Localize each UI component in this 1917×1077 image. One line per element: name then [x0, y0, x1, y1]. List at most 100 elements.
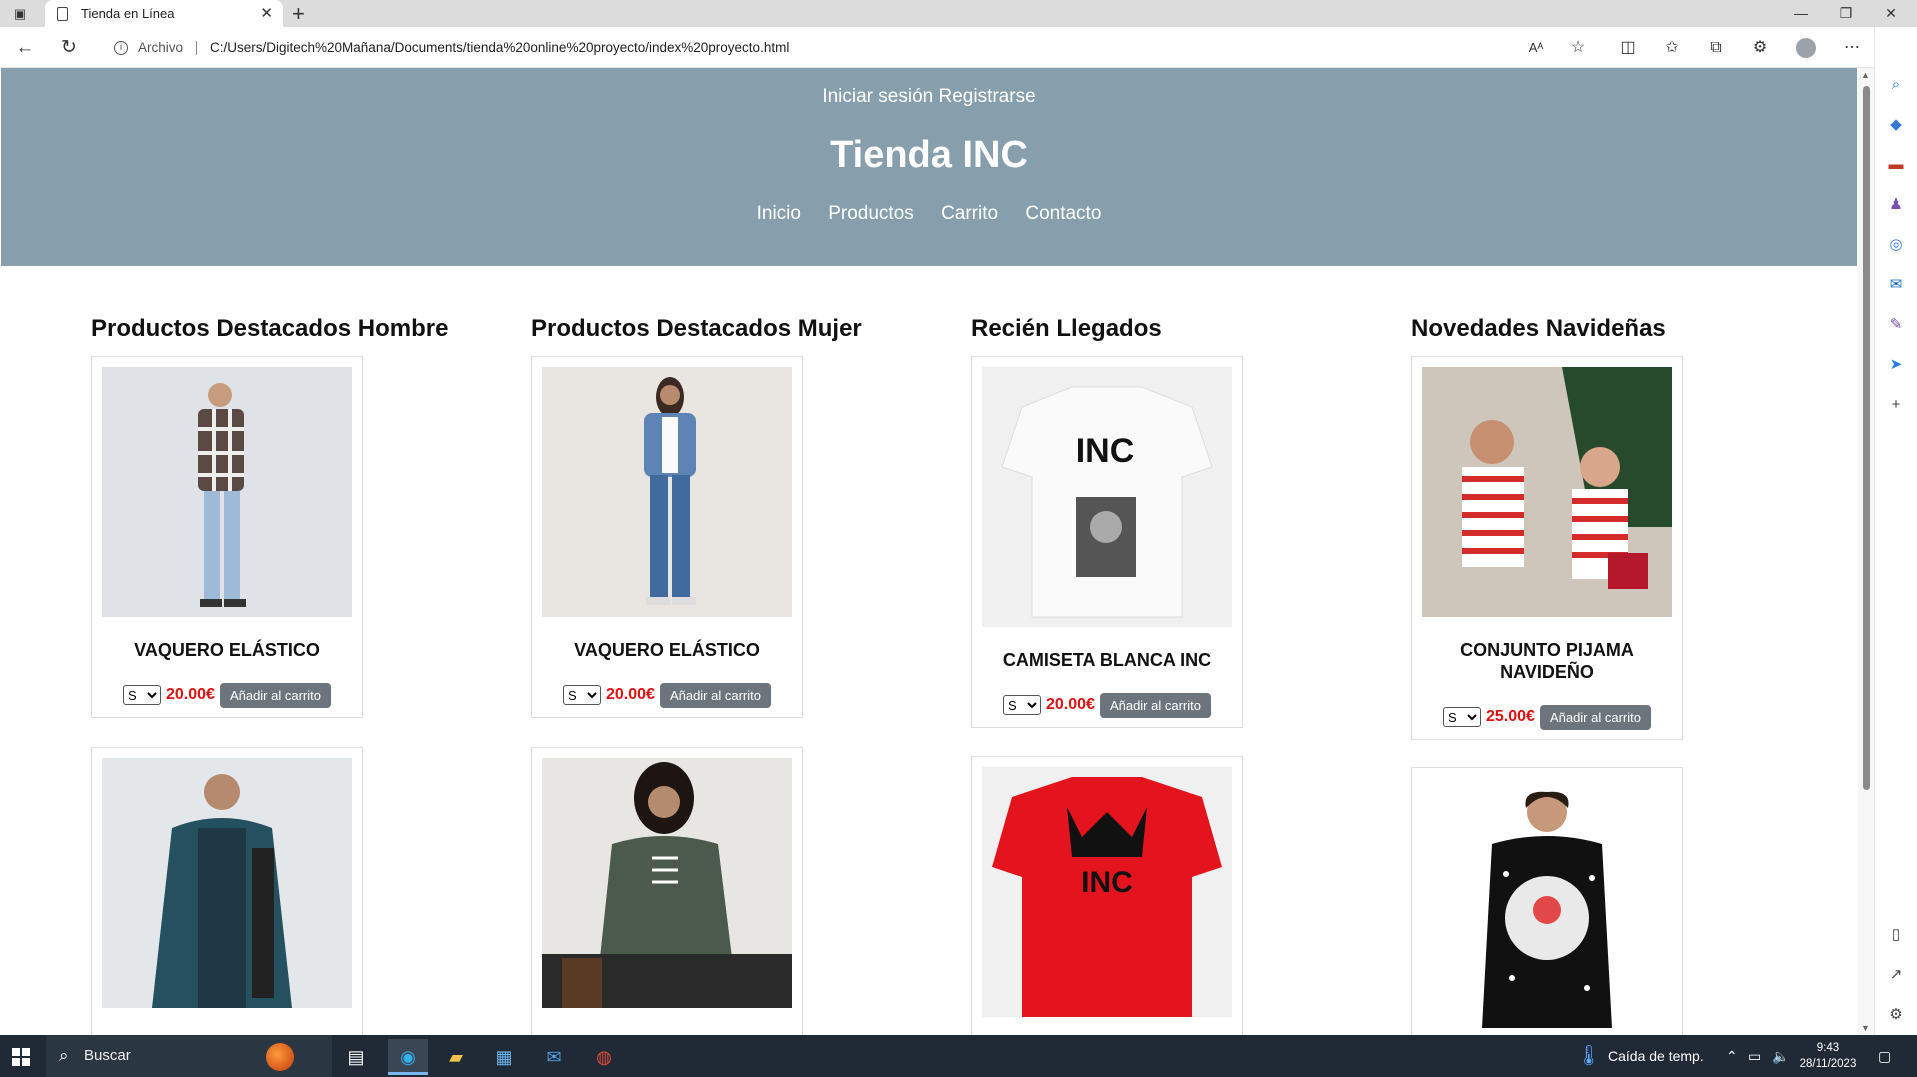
new-tab-button[interactable]: + [292, 0, 305, 27]
favorites-icon[interactable]: ✩ [1660, 36, 1684, 60]
main-nav: Inicio Productos Carrito Contacto [1, 203, 1857, 225]
taskbar-clock[interactable]: 9:43 28/11/2023 [1790, 1040, 1866, 1072]
product-name: VAQUERO ELÁSTICO [134, 640, 320, 660]
outlook-icon[interactable]: ✉ [1886, 275, 1906, 295]
thermometer-icon[interactable]: 🌡 [1576, 1035, 1601, 1077]
product-card: INC [971, 756, 1243, 1035]
page-scrollbar[interactable]: ▲ ▼ [1858, 68, 1874, 1035]
url-text: C:/Users/Digitech%20Mañana/Documents/tie… [210, 40, 790, 55]
store-icon[interactable]: ▦ [484, 1039, 524, 1075]
tab-actions-icon[interactable]: ▣ [10, 4, 30, 24]
section-title: Productos Destacados Hombre [91, 315, 449, 342]
product-image[interactable] [542, 367, 792, 617]
nav-inicio[interactable]: Inicio [757, 203, 801, 224]
product-name: CONJUNTO PIJAMA NAVIDEÑO [1460, 640, 1634, 682]
nav-carrito[interactable]: Carrito [941, 203, 998, 224]
clock-time: 9:43 [1816, 1042, 1840, 1054]
add-to-cart-button[interactable]: Añadir al carrito [659, 682, 771, 708]
nav-contacto[interactable]: Contacto [1025, 203, 1101, 224]
buy-row: S 25.00€ Añadir al carrito [1422, 704, 1672, 730]
settings-gear-icon[interactable]: ⚙ [1886, 1005, 1906, 1025]
read-aloud-icon[interactable]: Aᴬ [1524, 36, 1548, 60]
search-icon: ⌕ [59, 1046, 69, 1065]
tshirt-print-text: INC [1076, 432, 1135, 470]
product-card: INC CAMISETA BLANCA INC S 20.00€ Añadir … [971, 356, 1243, 728]
tray-chevron-icon[interactable]: ⌃ [1726, 1035, 1738, 1077]
product-card [1411, 767, 1683, 1035]
add-to-cart-button[interactable]: Añadir al carrito [1099, 692, 1211, 718]
scrollbar-thumb[interactable] [1863, 86, 1870, 790]
mail-icon[interactable]: ✉ [534, 1039, 574, 1075]
product-image[interactable]: INC [982, 767, 1232, 1017]
send-icon[interactable]: ➤ [1886, 355, 1906, 375]
edge-sidebar: ⌕ ◆ ▬ ♟ ◎ ✉ ✎ ➤ + ▯ ↗ ⚙ [1874, 27, 1917, 1035]
site-title: Tienda INC [830, 134, 1028, 176]
nav-productos[interactable]: Productos [828, 203, 914, 224]
edge-app-icon[interactable]: ◉ [388, 1039, 428, 1075]
add-icon[interactable]: + [1886, 395, 1906, 415]
browser-tab[interactable]: Tienda en Línea ✕ [45, 0, 283, 27]
search-icon[interactable]: ⌕ [1886, 75, 1906, 95]
notifications-icon[interactable]: ▢ [1878, 1035, 1891, 1077]
size-select[interactable]: S [563, 685, 601, 705]
file-explorer-icon[interactable]: ▰ [436, 1039, 476, 1075]
scroll-up-icon[interactable]: ▲ [1861, 70, 1870, 80]
product-image[interactable]: INC [982, 367, 1232, 627]
profile-avatar[interactable] [1794, 36, 1818, 60]
windows-taskbar: ⌕ Buscar ▤ ◉ ▰ ▦ ✉ ◍ 🌡 Caída de temp. ⌃ … [0, 1035, 1917, 1077]
taskbar-search[interactable]: ⌕ Buscar [46, 1035, 332, 1077]
register-link[interactable]: Registrarse [939, 86, 1036, 107]
product-card [91, 747, 363, 1035]
shopping-tag-icon[interactable]: ◆ [1886, 115, 1906, 135]
clock-date: 28/11/2023 [1799, 1058, 1857, 1070]
product-image[interactable] [1422, 778, 1672, 1028]
window-close-icon[interactable]: ✕ [1869, 0, 1913, 27]
product-price: 20.00€ [166, 686, 215, 703]
scroll-down-icon[interactable]: ▼ [1861, 1023, 1870, 1033]
volume-icon[interactable]: 🔈 [1772, 1035, 1789, 1077]
site-header: Iniciar sesión Registrarse Tienda INC In… [1, 68, 1857, 266]
taskbar-search-text: Buscar [84, 1047, 131, 1064]
network-icon[interactable]: ▭ [1748, 1035, 1761, 1077]
product-image[interactable] [102, 367, 352, 617]
extensions-icon[interactable]: ⚙ [1748, 36, 1772, 60]
auth-links: Iniciar sesión Registrarse [1, 86, 1857, 108]
tools-icon[interactable]: ▬ [1886, 155, 1906, 175]
product-price: 20.00€ [1046, 696, 1095, 713]
chrome-app-icon[interactable]: ◍ [584, 1039, 624, 1075]
size-select[interactable]: S [123, 685, 161, 705]
product-image[interactable] [102, 758, 352, 1008]
open-external-icon[interactable]: ↗ [1886, 965, 1906, 985]
windows-start-icon[interactable] [12, 1048, 30, 1066]
size-select[interactable]: S [1443, 707, 1481, 727]
games-icon[interactable]: ♟ [1886, 195, 1906, 215]
login-link[interactable]: Iniciar sesión [822, 86, 933, 107]
url-scheme-label: Archivo [138, 40, 184, 55]
tshirt-print-text: INC [1081, 866, 1133, 899]
product-name: CAMISETA BLANCA INC [1002, 650, 1212, 670]
weather-text[interactable]: Caída de temp. [1608, 1035, 1704, 1077]
favorite-star-icon[interactable]: ☆ [1566, 36, 1590, 60]
info-icon[interactable]: i [114, 41, 128, 55]
search-highlight-icon [266, 1043, 294, 1071]
close-tab-icon[interactable]: ✕ [260, 0, 273, 27]
designer-icon[interactable]: ✎ [1886, 315, 1906, 335]
restore-icon[interactable]: ❐ [1824, 0, 1868, 27]
product-image[interactable] [1422, 367, 1672, 617]
add-to-cart-button[interactable]: Añadir al carrito [219, 682, 331, 708]
minimize-icon[interactable]: — [1779, 0, 1823, 27]
office-icon[interactable]: ◎ [1886, 235, 1906, 255]
add-to-cart-button[interactable]: Añadir al carrito [1539, 704, 1651, 730]
more-menu-icon[interactable]: ⋯ [1840, 36, 1864, 60]
section-navidad: Novedades Navideñas CONJUNTO PIJAMA NAVI… [1411, 314, 1831, 1035]
reload-icon[interactable]: ↻ [56, 35, 82, 61]
url-field[interactable]: i Archivo C:/Users/Digitech%20Mañana/Doc… [104, 33, 1604, 62]
tab-title: Tienda en Línea [81, 6, 175, 21]
task-view-icon[interactable]: ▤ [336, 1039, 376, 1075]
split-screen-icon[interactable]: ◫ [1616, 36, 1640, 60]
back-icon[interactable]: ← [12, 35, 38, 61]
sidebar-panel-icon[interactable]: ▯ [1886, 925, 1906, 945]
size-select[interactable]: S [1003, 695, 1041, 715]
collections-icon[interactable]: ⧉ [1704, 36, 1728, 60]
product-image[interactable] [542, 758, 792, 1008]
